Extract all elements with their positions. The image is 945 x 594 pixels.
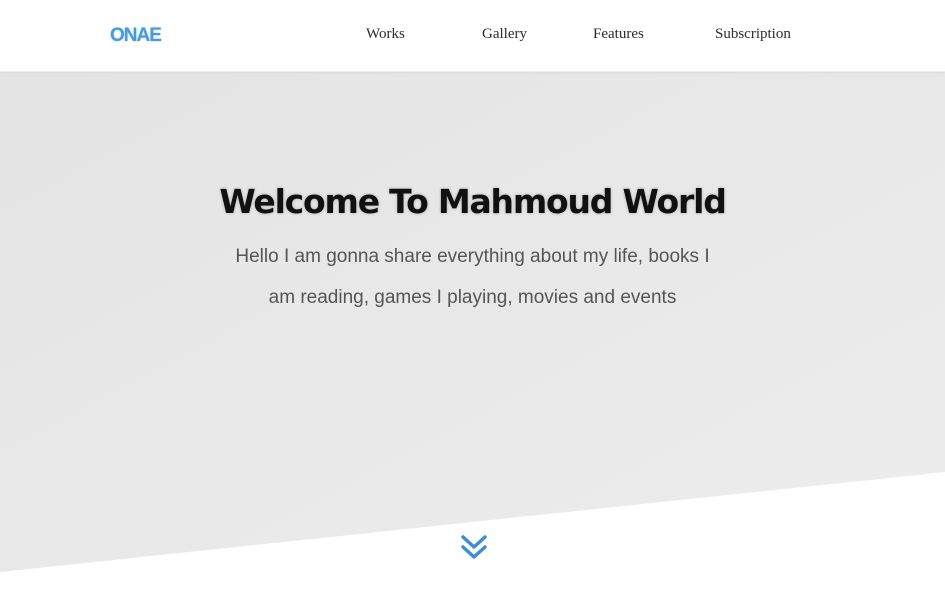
hero-background [0,72,945,572]
chevron-down-icon[interactable] [458,532,490,564]
hero-text: Hello I am gonna share everything about … [235,246,710,308]
page: ONAE Works Gallery Features Subscription… [0,0,945,594]
main-nav: Works Gallery Features Subscription [0,26,945,46]
nav-link-gallery[interactable]: Gallery [482,26,527,43]
hero: Welcome To Mahmoud World Hello I am gonn… [0,180,945,318]
nav-link-works[interactable]: Works [366,26,405,43]
hero-title: Welcome To Mahmoud World [219,182,726,221]
nav-link-features[interactable]: Features [593,26,644,43]
site-header: ONAE Works Gallery Features Subscription [0,0,945,72]
nav-link-subscription[interactable]: Subscription [715,26,791,43]
